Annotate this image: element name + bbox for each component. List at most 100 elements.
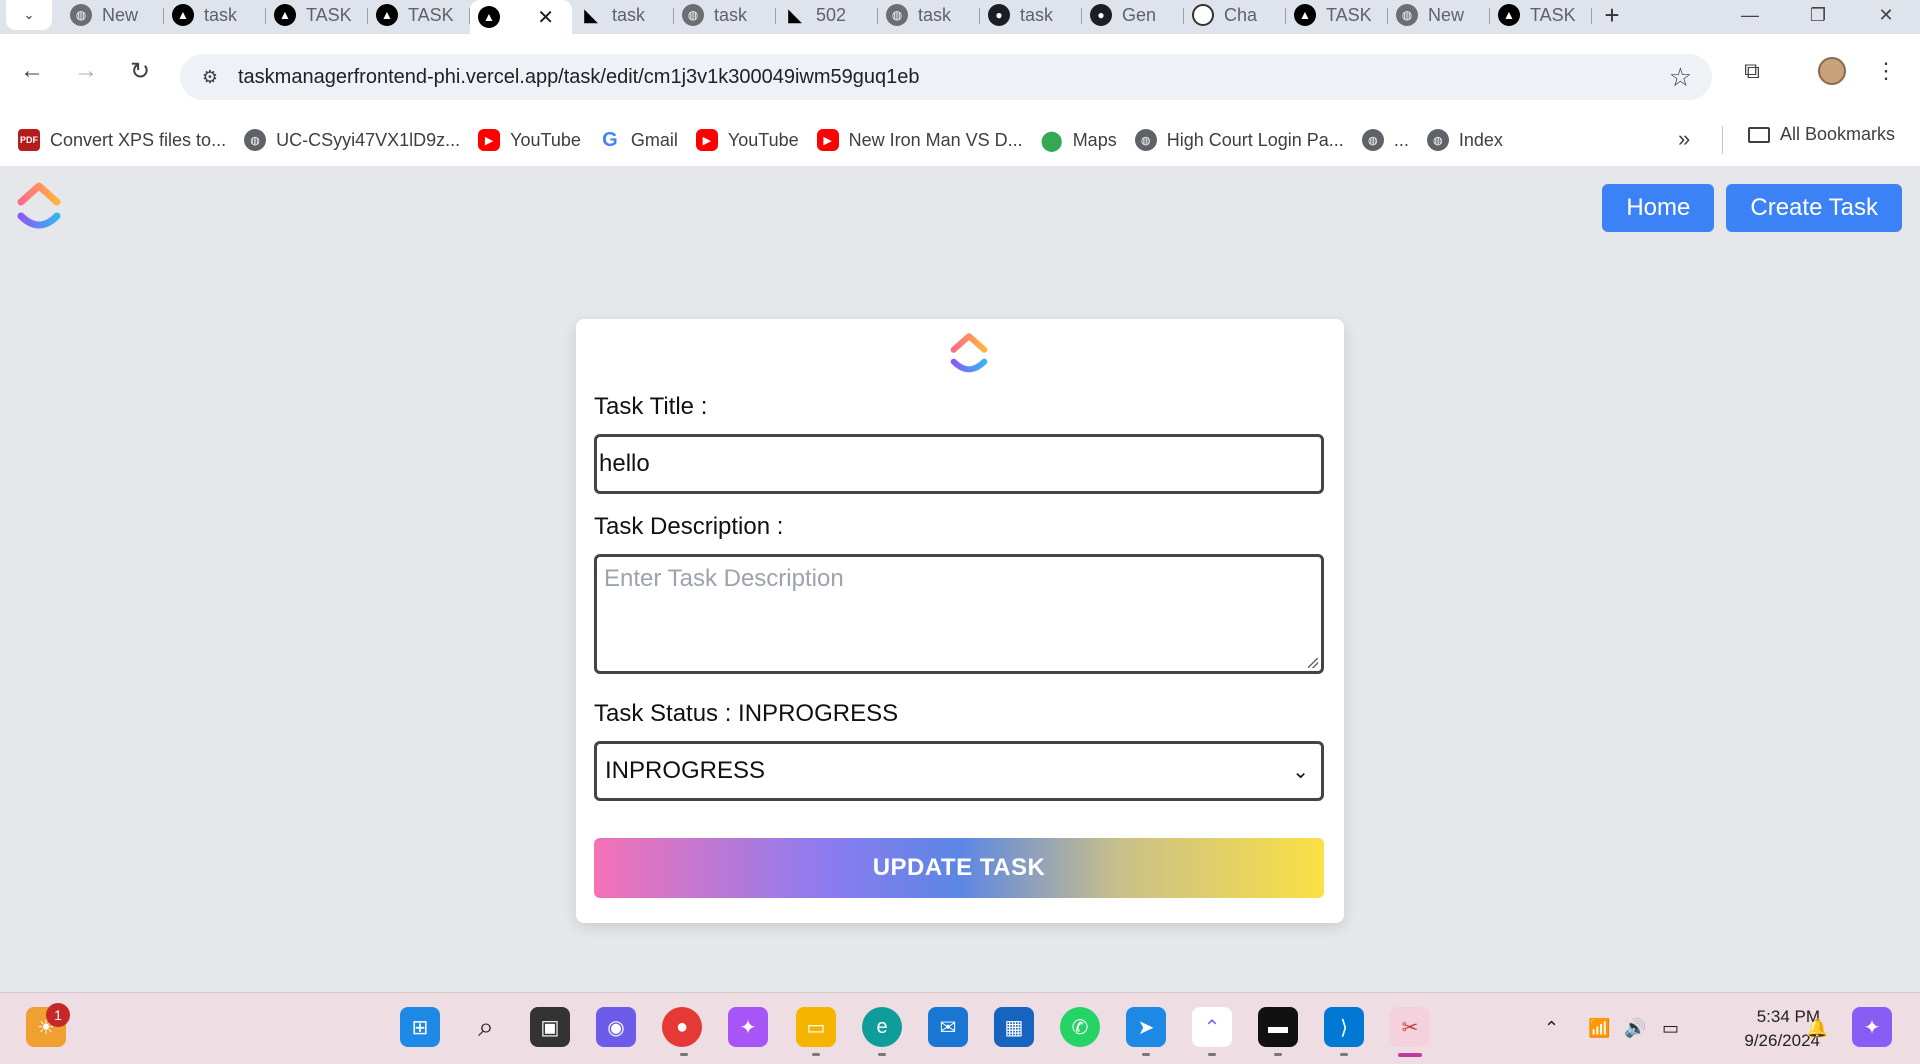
edge-icon[interactable]: e bbox=[862, 1007, 902, 1047]
browser-tab[interactable]: ● task bbox=[980, 0, 1082, 30]
browser-menu-button[interactable]: ⋮ bbox=[1866, 51, 1906, 91]
task-view-icon[interactable]: ▣ bbox=[530, 1007, 570, 1047]
all-bookmarks-label: All Bookmarks bbox=[1780, 124, 1896, 144]
browser-tab[interactable]: ▲ TASK bbox=[1286, 0, 1388, 30]
bookmark-item[interactable]: ⬤ Maps bbox=[1041, 129, 1117, 152]
browser-tab[interactable]: ◍ New bbox=[1388, 0, 1490, 30]
edit-task-card: Task Title : hello Task Description : En… bbox=[576, 319, 1344, 923]
update-task-button[interactable]: UPDATE TASK bbox=[594, 838, 1324, 898]
more-bookmarks-button[interactable]: » bbox=[1678, 126, 1690, 152]
clickup-app-icon[interactable]: ⌃ bbox=[1192, 1007, 1232, 1047]
bookmark-label: High Court Login Pa... bbox=[1166, 129, 1344, 150]
profile-button[interactable] bbox=[1812, 51, 1852, 91]
browser-tab[interactable]: ◍ task bbox=[878, 0, 980, 30]
chrome-icon: ◍ bbox=[1396, 4, 1418, 26]
tab-label: TASK bbox=[1326, 4, 1372, 25]
bookmark-item[interactable]: G Gmail bbox=[599, 129, 678, 151]
wifi-icon[interactable]: 📶 bbox=[1588, 993, 1610, 1064]
volume-icon[interactable]: 🔊 bbox=[1624, 993, 1646, 1064]
clickup-logo-icon[interactable] bbox=[16, 180, 62, 239]
top-nav: Home Create Task bbox=[1602, 184, 1902, 232]
bookmark-star-icon[interactable]: ☆ bbox=[1669, 62, 1692, 93]
bookmark-item[interactable]: ◍ UC-CSyyi47VX1lD9z... bbox=[244, 129, 460, 151]
tab-label: task bbox=[1020, 4, 1054, 25]
copilot-pre-icon[interactable]: ✦ bbox=[1852, 1007, 1892, 1047]
bookmark-label: New Iron Man VS D... bbox=[848, 129, 1023, 150]
browser-tab[interactable]: ● Gen bbox=[1082, 0, 1184, 30]
notification-bell-icon[interactable]: 🔔 bbox=[1806, 993, 1828, 1064]
browser-tab[interactable]: ▲ TASK bbox=[1490, 0, 1592, 30]
tab-list: ◍ New ▲ task ▲ TASK ▲ TASK ▲ ✕ ◣ task ◍ task ◣ 502 ◍ task… bbox=[62, 0, 1632, 34]
show-hidden-icons-button[interactable]: ⌃ bbox=[1544, 993, 1559, 1064]
browser-tab[interactable]: ◣ task bbox=[572, 0, 674, 30]
browser-tab[interactable]: ▲ TASK bbox=[266, 0, 368, 30]
bookmark-label: YouTube bbox=[510, 129, 581, 150]
chrome-icon[interactable]: ● bbox=[662, 1007, 702, 1047]
bookmarks-bar: PDF Convert XPS files to... ◍ UC-CSyyi47VX1… bbox=[0, 114, 1920, 167]
all-bookmarks-button[interactable]: All Bookmarks bbox=[1748, 124, 1895, 145]
store-icon[interactable]: ▦ bbox=[994, 1007, 1034, 1047]
browser-tab[interactable]: ◍ New bbox=[62, 0, 164, 30]
task-description-placeholder: Enter Task Description bbox=[604, 565, 844, 592]
address-bar[interactable]: ⚙ taskmanagerfrontend-phi.vercel.app/tas… bbox=[180, 54, 1712, 100]
whatsapp-icon[interactable]: ✆ bbox=[1060, 1007, 1100, 1047]
browser-tab[interactable]: Cha bbox=[1184, 0, 1286, 30]
browser-tab[interactable]: ▲ task bbox=[164, 0, 266, 30]
task-description-label: Task Description : bbox=[594, 513, 784, 540]
bookmark-item[interactable]: ◍ Index bbox=[1426, 129, 1503, 151]
home-button[interactable]: Home bbox=[1602, 184, 1715, 232]
browser-tab-strip: ⌄ ◍ New ▲ task ▲ TASK ▲ TASK ▲ ✕ ◣ task ◍ task ◣ 502 ◍ ta… bbox=[0, 0, 1920, 34]
task-status-select[interactable]: INPROGRESS ⌄ bbox=[594, 741, 1324, 801]
vscode-icon[interactable]: ⟩ bbox=[1324, 1007, 1364, 1047]
minimize-button[interactable]: — bbox=[1716, 0, 1784, 30]
tab-label: TASK bbox=[306, 4, 352, 25]
site-info-icon[interactable]: ⚙ bbox=[192, 59, 228, 95]
create-task-button[interactable]: Create Task bbox=[1726, 184, 1902, 232]
arrow-right-icon: → bbox=[74, 57, 98, 84]
start-button-icon[interactable]: ⊞ bbox=[400, 1007, 440, 1047]
bookmark-label: YouTube bbox=[727, 129, 799, 150]
resize-handle-icon[interactable] bbox=[1308, 658, 1318, 668]
close-tab-icon[interactable]: ✕ bbox=[537, 5, 554, 30]
close-window-button[interactable]: ✕ bbox=[1852, 0, 1920, 30]
file-explorer-icon[interactable]: ▭ bbox=[796, 1007, 836, 1047]
running-indicator bbox=[1274, 1053, 1282, 1056]
render-icon: ◣ bbox=[584, 4, 598, 25]
back-button[interactable]: ← bbox=[12, 51, 52, 91]
bookmark-label: Gmail bbox=[630, 129, 678, 150]
tab-label: task bbox=[918, 4, 952, 25]
yt-icon: ▶ bbox=[478, 129, 501, 151]
url-text[interactable]: taskmanagerfrontend-phi.vercel.app/task/… bbox=[238, 66, 920, 89]
bookmark-item[interactable]: ◍ High Court Login Pa... bbox=[1134, 129, 1344, 151]
new-tab-button[interactable]: + bbox=[1592, 0, 1632, 30]
terminal-icon[interactable]: ▬ bbox=[1258, 1007, 1298, 1047]
copilot-icon[interactable]: ✦ bbox=[728, 1007, 768, 1047]
task-title-input[interactable]: hello bbox=[594, 434, 1324, 494]
teams-icon[interactable]: ◉ bbox=[596, 1007, 636, 1047]
tab-label: task bbox=[204, 4, 238, 25]
tab-search-button[interactable]: ⌄ bbox=[6, 0, 52, 30]
reload-button[interactable]: ↻ bbox=[120, 51, 160, 91]
bookmark-item[interactable]: ▶ New Iron Man VS D... bbox=[816, 129, 1023, 151]
triangle-icon: ▲ bbox=[376, 4, 398, 26]
battery-icon[interactable]: ▭ bbox=[1662, 993, 1679, 1064]
snipping-tool-icon[interactable]: ✂ bbox=[1390, 1007, 1430, 1047]
restore-button[interactable]: ❐ bbox=[1784, 0, 1852, 30]
bookmark-item[interactable]: ▶ YouTube bbox=[478, 129, 581, 151]
app-icon[interactable]: ➤ bbox=[1126, 1007, 1166, 1047]
active-indicator bbox=[1398, 1053, 1422, 1057]
mail-icon[interactable]: ✉ bbox=[928, 1007, 968, 1047]
browser-tab[interactable]: ◣ 502 bbox=[776, 0, 878, 30]
browser-tab[interactable]: ▲ ✕ bbox=[470, 0, 572, 34]
forward-button[interactable]: → bbox=[66, 51, 106, 91]
bookmark-item[interactable]: PDF Convert XPS files to... bbox=[18, 129, 226, 151]
bookmark-item[interactable]: ▶ YouTube bbox=[695, 129, 799, 151]
browser-tab[interactable]: ◍ task bbox=[674, 0, 776, 30]
running-indicator bbox=[812, 1053, 820, 1056]
triangle-icon: ▲ bbox=[478, 6, 500, 28]
extensions-button[interactable]: ⧉ bbox=[1732, 51, 1772, 91]
task-description-textarea[interactable]: Enter Task Description bbox=[594, 554, 1324, 674]
browser-tab[interactable]: ▲ TASK bbox=[368, 0, 470, 30]
bookmark-item[interactable]: ◍... bbox=[1361, 129, 1409, 151]
search-icon[interactable]: ⌕ bbox=[466, 1007, 506, 1047]
